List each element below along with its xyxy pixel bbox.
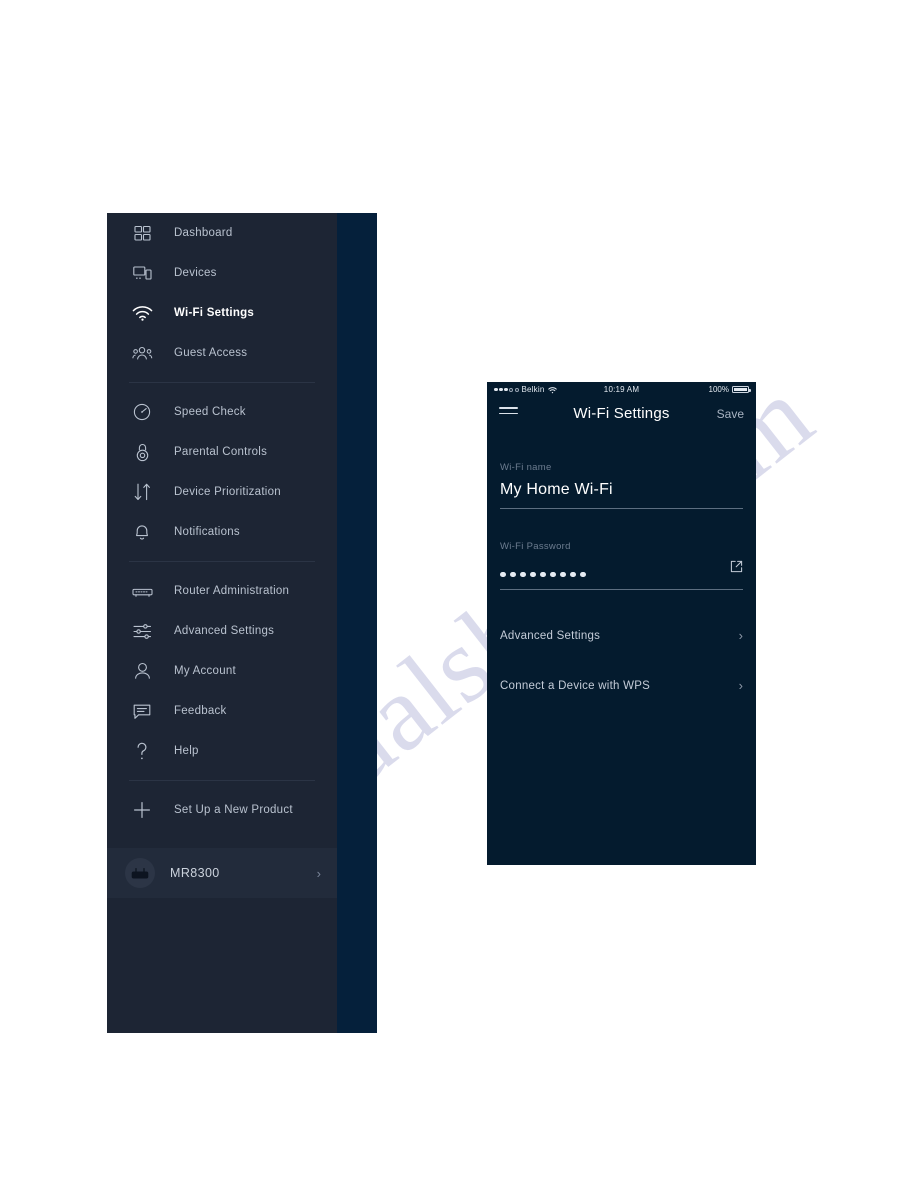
sidebar-item-help[interactable]: Help bbox=[107, 731, 337, 771]
sidebar-accent-panel bbox=[337, 213, 377, 1033]
speech-bubble-icon bbox=[129, 700, 155, 722]
sidebar-item-feedback[interactable]: Feedback bbox=[107, 691, 337, 731]
wifi-icon bbox=[129, 302, 155, 324]
sidebar-item-wifi-settings[interactable]: Wi-Fi Settings bbox=[107, 293, 337, 333]
sidebar-device-name: MR8300 bbox=[170, 866, 220, 880]
bell-icon bbox=[129, 521, 155, 543]
sidebar-item-dashboard[interactable]: Dashboard bbox=[107, 213, 337, 253]
sidebar-device-row[interactable]: MR8300 › bbox=[107, 848, 337, 898]
sidebar-item-label: My Account bbox=[174, 665, 236, 677]
guest-access-icon bbox=[129, 342, 155, 364]
wifi-name-input-row[interactable]: My Home Wi-Fi bbox=[500, 481, 743, 509]
external-link-icon[interactable] bbox=[730, 560, 743, 580]
person-icon bbox=[129, 660, 155, 682]
speedometer-icon bbox=[129, 401, 155, 423]
sidebar-item-label: Router Administration bbox=[174, 585, 290, 597]
sidebar-item-device-prioritization[interactable]: Device Prioritization bbox=[107, 472, 337, 512]
sidebar-item-label: Advanced Settings bbox=[174, 625, 275, 637]
chevron-right-icon: › bbox=[738, 628, 743, 643]
router-icon bbox=[129, 580, 155, 602]
sidebar-screenshot: Dashboard Devices Wi-Fi Settings Guest A… bbox=[107, 213, 377, 1033]
wifi-password-label: Wi-Fi Password bbox=[500, 541, 571, 552]
sidebar-menu-panel: Dashboard Devices Wi-Fi Settings Guest A… bbox=[107, 213, 337, 1033]
sidebar-item-label: Parental Controls bbox=[174, 446, 268, 458]
sidebar-item-label: Speed Check bbox=[174, 406, 246, 418]
sidebar-item-devices[interactable]: Devices bbox=[107, 253, 337, 293]
phone-status-bar: Belkin 10:19 AM 100% bbox=[487, 382, 756, 397]
plus-icon bbox=[129, 799, 155, 821]
sidebar-item-label: Devices bbox=[174, 267, 217, 279]
nav-row-connect-device-wps[interactable]: Connect a Device with WPS › bbox=[500, 661, 743, 710]
wifi-password-input-row[interactable] bbox=[500, 560, 743, 590]
status-bar-right: 100% bbox=[708, 385, 751, 394]
sidebar-divider bbox=[129, 561, 315, 562]
wifi-name-field-block: Wi-Fi name My Home Wi-Fi bbox=[500, 462, 743, 509]
sidebar-item-router-administration[interactable]: Router Administration bbox=[107, 571, 337, 611]
page-title: Wi-Fi Settings bbox=[573, 405, 670, 422]
sidebar-divider bbox=[129, 780, 315, 781]
battery-percent-label: 100% bbox=[708, 385, 729, 394]
chevron-right-icon: › bbox=[738, 678, 743, 693]
sliders-icon bbox=[129, 620, 155, 642]
sidebar-item-speed-check[interactable]: Speed Check bbox=[107, 392, 337, 432]
sidebar-divider bbox=[129, 382, 315, 383]
phone-screenshot: Belkin 10:19 AM 100% Wi-Fi Settings Save bbox=[487, 382, 756, 865]
sidebar-item-notifications[interactable]: Notifications bbox=[107, 512, 337, 552]
router-device-icon bbox=[125, 858, 155, 888]
sidebar-item-label: Help bbox=[174, 745, 199, 757]
sidebar-item-label: Notifications bbox=[174, 526, 240, 538]
wifi-name-input[interactable]: My Home Wi-Fi bbox=[500, 481, 613, 499]
sidebar-menu-list: Dashboard Devices Wi-Fi Settings Guest A… bbox=[107, 213, 337, 830]
nav-row-advanced-settings[interactable]: Advanced Settings › bbox=[500, 611, 743, 660]
dashboard-icon bbox=[129, 222, 155, 244]
up-down-arrows-icon bbox=[129, 481, 155, 503]
padlock-icon bbox=[129, 441, 155, 463]
wifi-password-input[interactable] bbox=[500, 571, 586, 581]
phone-body: Wi-Fi name My Home Wi-Fi Wi-Fi Password bbox=[487, 462, 756, 710]
sidebar-item-guest-access[interactable]: Guest Access bbox=[107, 333, 337, 373]
sidebar-item-my-account[interactable]: My Account bbox=[107, 651, 337, 691]
wifi-name-label: Wi-Fi name bbox=[500, 462, 552, 473]
sidebar-item-set-up-new-product[interactable]: Set Up a New Product bbox=[107, 790, 337, 830]
sidebar-item-label: Feedback bbox=[174, 705, 227, 717]
sidebar-item-label: Wi-Fi Settings bbox=[174, 307, 255, 319]
sidebar-item-parental-controls[interactable]: Parental Controls bbox=[107, 432, 337, 472]
chevron-right-icon: › bbox=[316, 865, 321, 881]
sidebar-item-label: Dashboard bbox=[174, 227, 233, 239]
sidebar-item-label: Guest Access bbox=[174, 347, 248, 359]
sidebar-item-label: Set Up a New Product bbox=[174, 804, 293, 816]
devices-icon bbox=[129, 262, 155, 284]
sidebar-item-advanced-settings[interactable]: Advanced Settings bbox=[107, 611, 337, 651]
nav-row-label: Connect a Device with WPS bbox=[500, 679, 651, 692]
save-button[interactable]: Save bbox=[717, 407, 744, 421]
hamburger-menu-icon[interactable] bbox=[499, 407, 518, 420]
battery-icon bbox=[732, 385, 751, 394]
wifi-password-field-block: Wi-Fi Password bbox=[500, 541, 743, 590]
nav-row-label: Advanced Settings bbox=[500, 629, 601, 642]
phone-header: Wi-Fi Settings Save bbox=[487, 397, 756, 430]
sidebar-item-label: Device Prioritization bbox=[174, 486, 281, 498]
question-mark-icon bbox=[129, 740, 155, 762]
